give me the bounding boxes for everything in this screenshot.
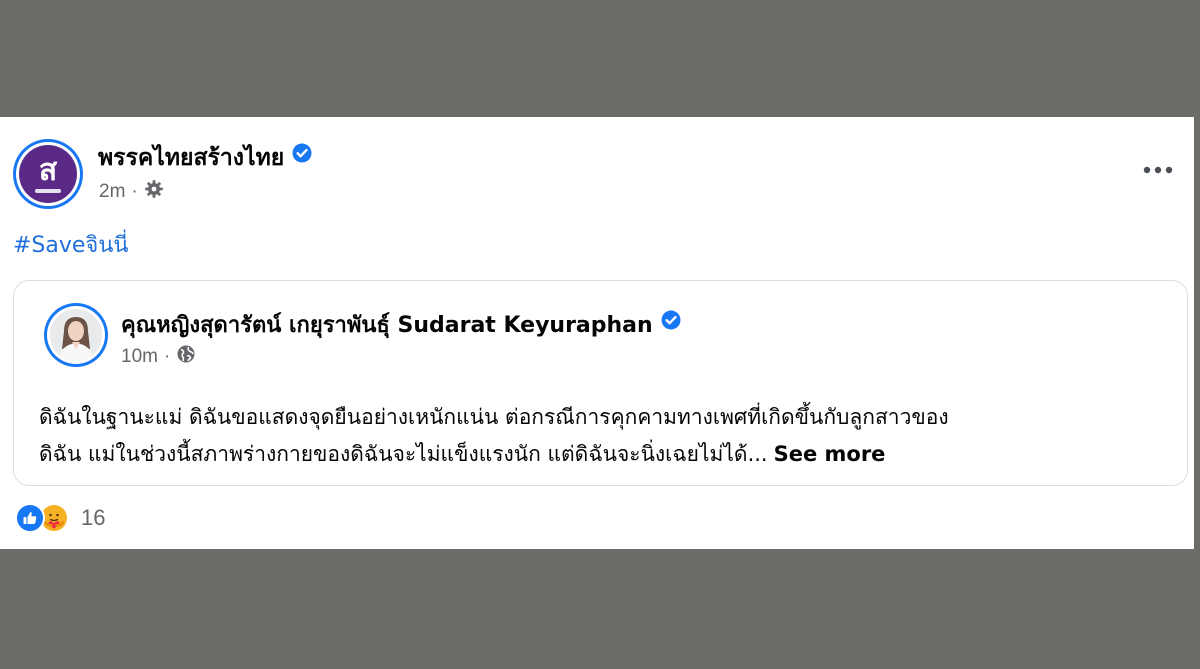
shared-author-name-link[interactable]: คุณหญิงสุดารัตน์ เกยุราพันธุ์ Sudarat Ke… bbox=[121, 307, 681, 342]
meta-separator: · bbox=[131, 181, 138, 202]
shared-post-text-line: ดิฉันในฐานะแม่ ดิฉันขอแสดงจุดยืนอย่างเหน… bbox=[39, 405, 949, 429]
post-timestamp[interactable]: 2m bbox=[99, 181, 125, 203]
reactions-summary[interactable]: 16 bbox=[15, 503, 105, 533]
shared-post[interactable]: คุณหญิงสุดารัตน์ เกยุราพันธุ์ Sudarat Ke… bbox=[13, 280, 1188, 486]
meta-separator: · bbox=[163, 346, 171, 367]
page-avatar[interactable]: ส bbox=[13, 139, 83, 209]
facebook-post-card: ส พรรคไทยสร้างไทย 2m · #Saveจินนี่ คุณหญ… bbox=[0, 117, 1194, 549]
page-name-link[interactable]: พรรคไทยสร้างไทย bbox=[98, 140, 312, 176]
shared-post-text: ดิฉันในฐานะแม่ ดิฉันขอแสดงจุดยืนอย่างเหน… bbox=[39, 399, 1169, 473]
hashtag-link[interactable]: #Saveจินนี่ bbox=[13, 227, 128, 262]
ellipsis-icon bbox=[1142, 161, 1174, 179]
party-logo: ส bbox=[19, 145, 77, 203]
shared-post-text-line: ดิฉัน แม่ในช่วงนี้สภาพร่างกายของดิฉันจะไ… bbox=[39, 442, 768, 466]
reaction-count[interactable]: 16 bbox=[81, 505, 105, 531]
shared-post-timestamp[interactable]: 10m bbox=[121, 346, 158, 368]
verified-badge-icon bbox=[661, 310, 681, 336]
like-reaction-icon bbox=[15, 503, 45, 533]
shared-post-meta: 10m · bbox=[121, 344, 196, 370]
gear-icon[interactable] bbox=[144, 179, 164, 205]
shared-author-avatar[interactable] bbox=[44, 303, 108, 367]
post-meta: 2m · bbox=[99, 179, 164, 205]
see-more-link[interactable]: See more bbox=[774, 442, 886, 466]
verified-badge-icon bbox=[292, 143, 312, 169]
shared-author-name[interactable]: คุณหญิงสุดารัตน์ เกยุราพันธุ์ Sudarat Ke… bbox=[121, 313, 653, 338]
more-options-button[interactable] bbox=[1140, 159, 1176, 181]
profile-photo bbox=[50, 309, 102, 361]
page-name[interactable]: พรรคไทยสร้างไทย bbox=[98, 145, 284, 171]
globe-icon[interactable] bbox=[176, 344, 196, 370]
